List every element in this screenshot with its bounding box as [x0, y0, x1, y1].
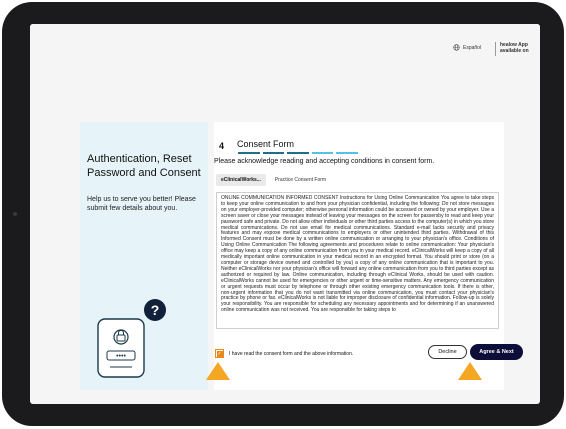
- progress-segment: [287, 152, 309, 154]
- screen: Español healow App available on Authenti…: [30, 24, 540, 404]
- header-divider: [495, 42, 496, 56]
- acknowledge-checkbox[interactable]: ✓: [215, 349, 224, 358]
- info-panel: Authentication, Reset Password and Conse…: [80, 122, 208, 390]
- question-mark: ?: [151, 302, 160, 318]
- agree-pointer-arrow-icon: [458, 362, 482, 380]
- consent-text-box[interactable]: ONLINE COMMUNICATION INFORMED CONSENT In…: [216, 192, 499, 329]
- tablet-frame: Español healow App available on Authenti…: [2, 2, 564, 426]
- app-line-2: available on: [500, 48, 529, 54]
- step-title: Consent Form: [237, 139, 295, 149]
- panel-title: Authentication, Reset Password and Conse…: [87, 153, 201, 179]
- globe-icon: [453, 44, 460, 51]
- camera-dot: [13, 212, 17, 216]
- language-switcher[interactable]: Español: [453, 44, 481, 51]
- progress-segment: [238, 152, 260, 154]
- security-illustration-icon: •••• ?: [97, 299, 166, 378]
- language-label: Español: [463, 44, 482, 51]
- agree-next-button[interactable]: Agree & Next: [470, 344, 523, 360]
- panel-subtitle: Help us to serve you better! Please subm…: [87, 196, 196, 212]
- progress-segment: [262, 152, 285, 154]
- consent-card: 4 Consent Form Please acknowledge readin…: [214, 122, 523, 390]
- tab-practice-consent[interactable]: Practice Consent Form: [270, 174, 331, 186]
- progress-segment: [336, 152, 358, 154]
- acknowledge-label: I have read the consent form and the abo…: [229, 350, 354, 357]
- top-bar: Español healow App available on: [30, 24, 540, 79]
- consent-tabs: eClinicalWorks... Practice Consent Form: [216, 174, 331, 186]
- step-progress: [238, 152, 358, 155]
- checkbox-pointer-arrow-icon: [206, 362, 230, 380]
- check-icon: ✓: [216, 350, 223, 357]
- consent-instructions: Please acknowledge reading and accepting…: [214, 158, 435, 165]
- password-dots: ••••: [116, 353, 126, 360]
- step-number: 4: [219, 141, 225, 151]
- progress-segment: [311, 152, 334, 154]
- healow-app-promo[interactable]: healow App available on: [500, 42, 529, 54]
- decline-button[interactable]: Decline: [428, 345, 467, 359]
- acknowledge-row: ✓ I have read the consent form and the a…: [215, 349, 353, 358]
- tab-eclinicalworks[interactable]: eClinicalWorks...: [216, 174, 266, 186]
